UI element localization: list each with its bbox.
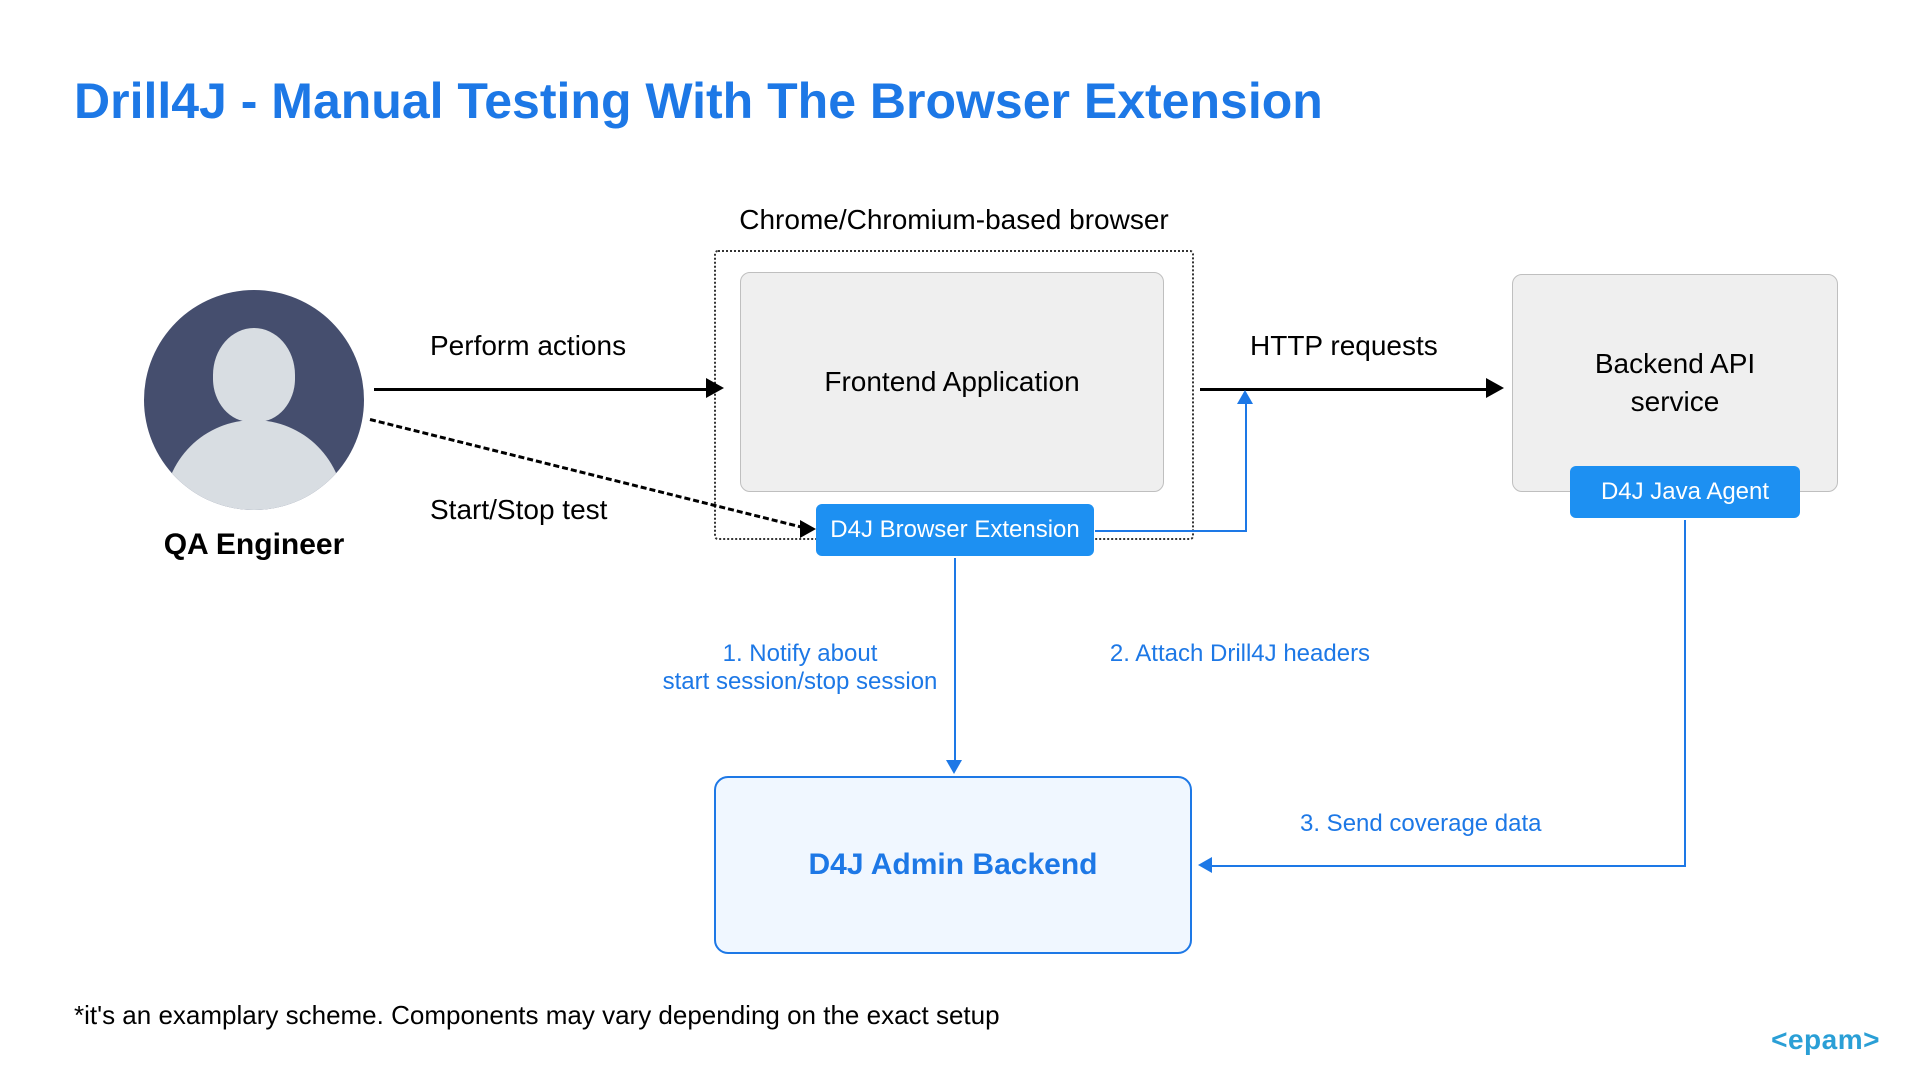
edge-start-stop-label: Start/Stop test [430, 494, 607, 526]
edge-coverage-h [1210, 865, 1686, 867]
backend-api-label: Backend API service [1595, 345, 1755, 421]
arrowhead-icon [946, 760, 962, 774]
edge-attach-headers-h [1095, 530, 1245, 532]
page-title: Drill4J - Manual Testing With The Browse… [74, 72, 1323, 130]
arrowhead-icon [1237, 390, 1253, 404]
diagram-canvas: Drill4J - Manual Testing With The Browse… [0, 0, 1920, 1080]
edge-attach-headers-v [1245, 402, 1247, 532]
footnote: *it's an examplary scheme. Components ma… [74, 1000, 1000, 1031]
arrowhead-icon [706, 378, 724, 398]
edge-coverage-label: 3. Send coverage data [1300, 810, 1620, 838]
edge-perform-actions-label: Perform actions [430, 330, 626, 362]
java-agent-badge: D4J Java Agent [1570, 466, 1800, 518]
avatar-icon [144, 290, 364, 510]
browser-container-label: Chrome/Chromium-based browser [714, 204, 1194, 236]
brand-logo: <epam> [1771, 1024, 1880, 1056]
backend-api-node: Backend API service [1512, 274, 1838, 492]
admin-backend-node: D4J Admin Backend [714, 776, 1192, 954]
edge-notify [954, 558, 956, 766]
qa-engineer-node: QA Engineer [134, 290, 374, 562]
edge-coverage-v [1684, 520, 1686, 865]
edge-http-requests-label: HTTP requests [1250, 330, 1438, 362]
frontend-application-node: Frontend Application [740, 272, 1164, 492]
arrowhead-icon [1486, 378, 1504, 398]
edge-perform-actions [374, 388, 714, 391]
arrowhead-icon [1198, 857, 1212, 873]
edge-attach-headers-label: 2. Attach Drill4J headers [1080, 640, 1400, 668]
browser-extension-badge: D4J Browser Extension [816, 504, 1094, 556]
qa-engineer-label: QA Engineer [134, 528, 374, 562]
edge-notify-label: 1. Notify about start session/stop sessi… [650, 640, 950, 696]
arrowhead-icon [800, 520, 816, 538]
